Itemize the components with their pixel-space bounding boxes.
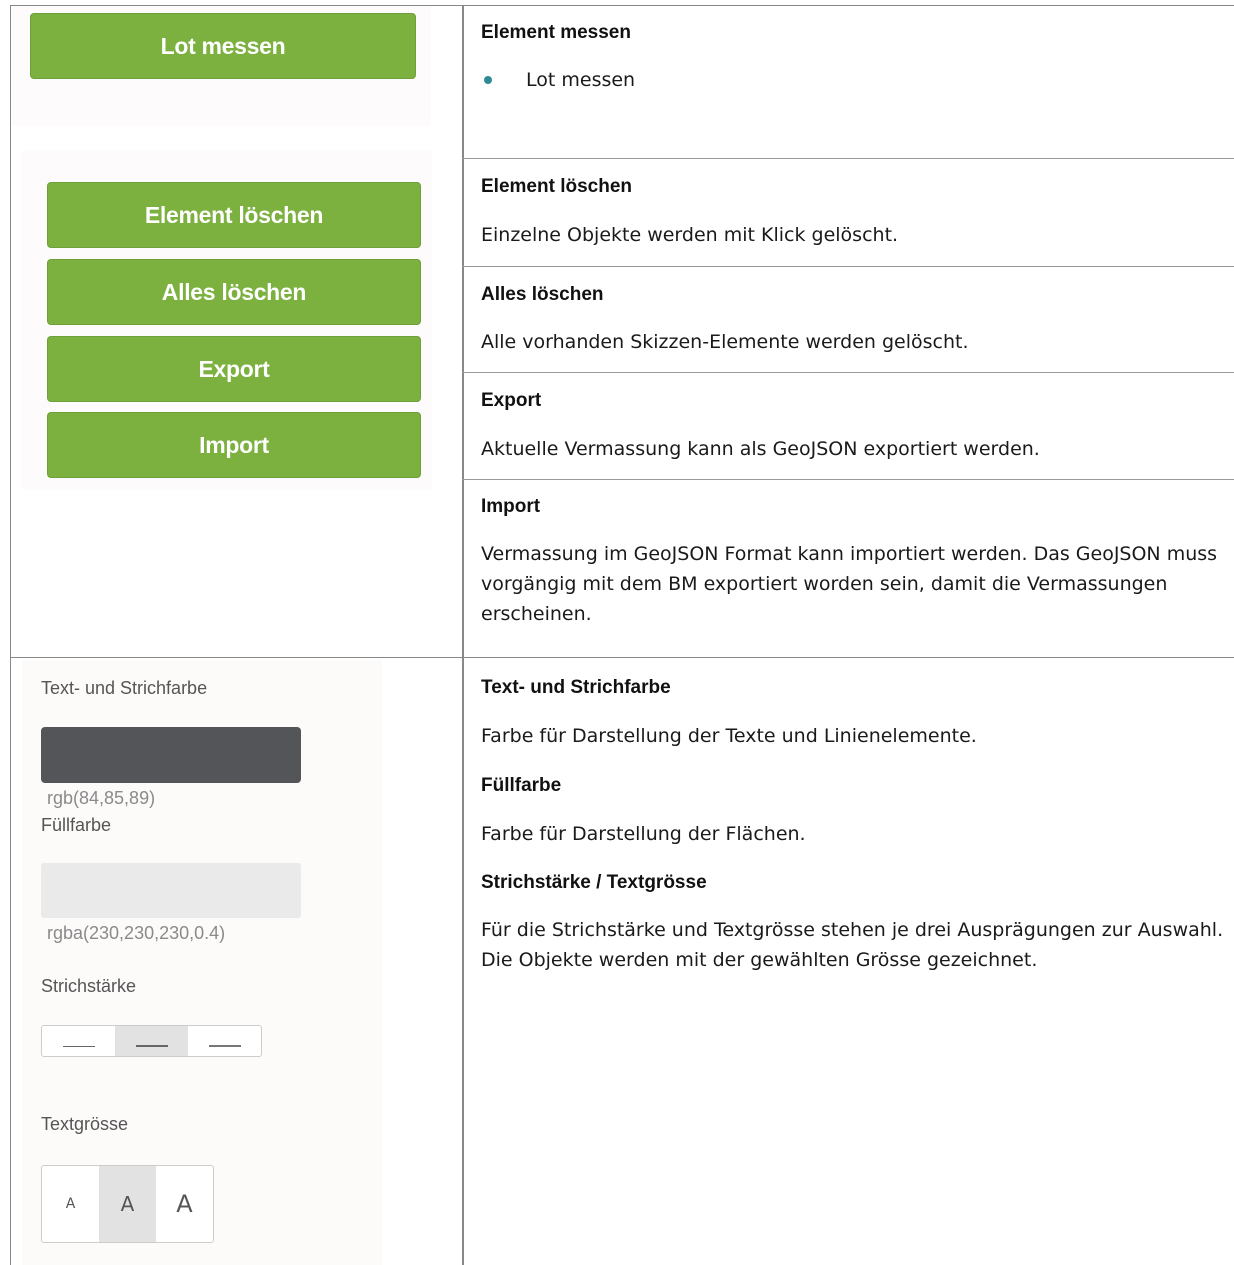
stroke-width-thick-option[interactable] — [188, 1026, 261, 1056]
table-border-left — [10, 5, 11, 1265]
section-text-stroke-text-size: Für die Strichstärke und Textgrösse steh… — [481, 919, 1224, 971]
stroke-color-value: rgb(84,85,89) — [47, 788, 156, 808]
stroke-width-selector — [41, 1025, 262, 1057]
fill-color-label: Füllfarbe — [41, 815, 112, 835]
section-title-import: Import — [481, 496, 541, 517]
text-size-selector: A A A — [41, 1165, 214, 1243]
import-button[interactable]: Import — [47, 412, 421, 478]
section-text-delete-all: Alle vorhanden Skizzen-Elemente werden g… — [481, 331, 969, 353]
row-divider — [462, 372, 1234, 373]
stroke-color-label: Text- und Strichfarbe — [41, 678, 208, 698]
export-button[interactable]: Export — [47, 336, 421, 402]
section-title-stroke-color: Text- und Strichfarbe — [481, 677, 671, 698]
alles-loeschen-button[interactable]: Alles löschen — [47, 259, 421, 325]
medium-line-icon — [135, 1045, 168, 1047]
fill-color-swatch[interactable] — [41, 863, 301, 918]
stroke-width-label: Strichstärke — [41, 976, 137, 996]
row-divider — [462, 158, 1234, 159]
text-size-medium-option[interactable]: A — [99, 1166, 156, 1242]
row-divider — [462, 266, 1234, 267]
section-text-stroke-color: Farbe für Darstellung der Texte und Lini… — [481, 725, 977, 747]
measure-item: Lot messen — [526, 69, 636, 91]
section-text-export: Aktuelle Vermassung kann als GeoJSON exp… — [481, 438, 1040, 460]
text-size-large-option[interactable]: A — [156, 1166, 213, 1242]
bullet-icon — [484, 76, 492, 84]
section-title-delete-element: Element löschen — [481, 176, 632, 197]
thin-line-icon — [62, 1046, 95, 1047]
section-title-stroke-text-size: Strichstärke / Textgrösse — [481, 872, 707, 893]
table-column-divider — [462, 5, 464, 1265]
stroke-width-medium-option[interactable] — [115, 1026, 188, 1056]
lot-messen-button[interactable]: Lot messen — [30, 13, 416, 79]
stroke-color-swatch[interactable] — [41, 727, 301, 783]
section-title-fill-color: Füllfarbe — [481, 775, 562, 796]
element-loeschen-button[interactable]: Element löschen — [47, 182, 421, 248]
section-title-delete-all: Alles löschen — [481, 284, 604, 305]
row-divider-main — [10, 657, 1234, 658]
section-title-export: Export — [481, 390, 542, 411]
section-text-import: Vermassung im GeoJSON Format kann import… — [481, 543, 1218, 625]
text-size-small-option[interactable]: A — [42, 1166, 99, 1242]
fill-color-value: rgba(230,230,230,0.4) — [47, 923, 226, 943]
section-text-fill-color: Farbe für Darstellung der Flächen. — [481, 823, 806, 845]
section-text-delete-element: Einzelne Objekte werden mit Klick gelösc… — [481, 224, 899, 246]
thick-line-icon — [208, 1045, 241, 1047]
text-size-label: Textgrösse — [41, 1114, 129, 1134]
stroke-width-thin-option[interactable] — [42, 1026, 115, 1056]
section-title-measure: Element messen — [481, 22, 631, 43]
row-divider — [462, 479, 1234, 480]
